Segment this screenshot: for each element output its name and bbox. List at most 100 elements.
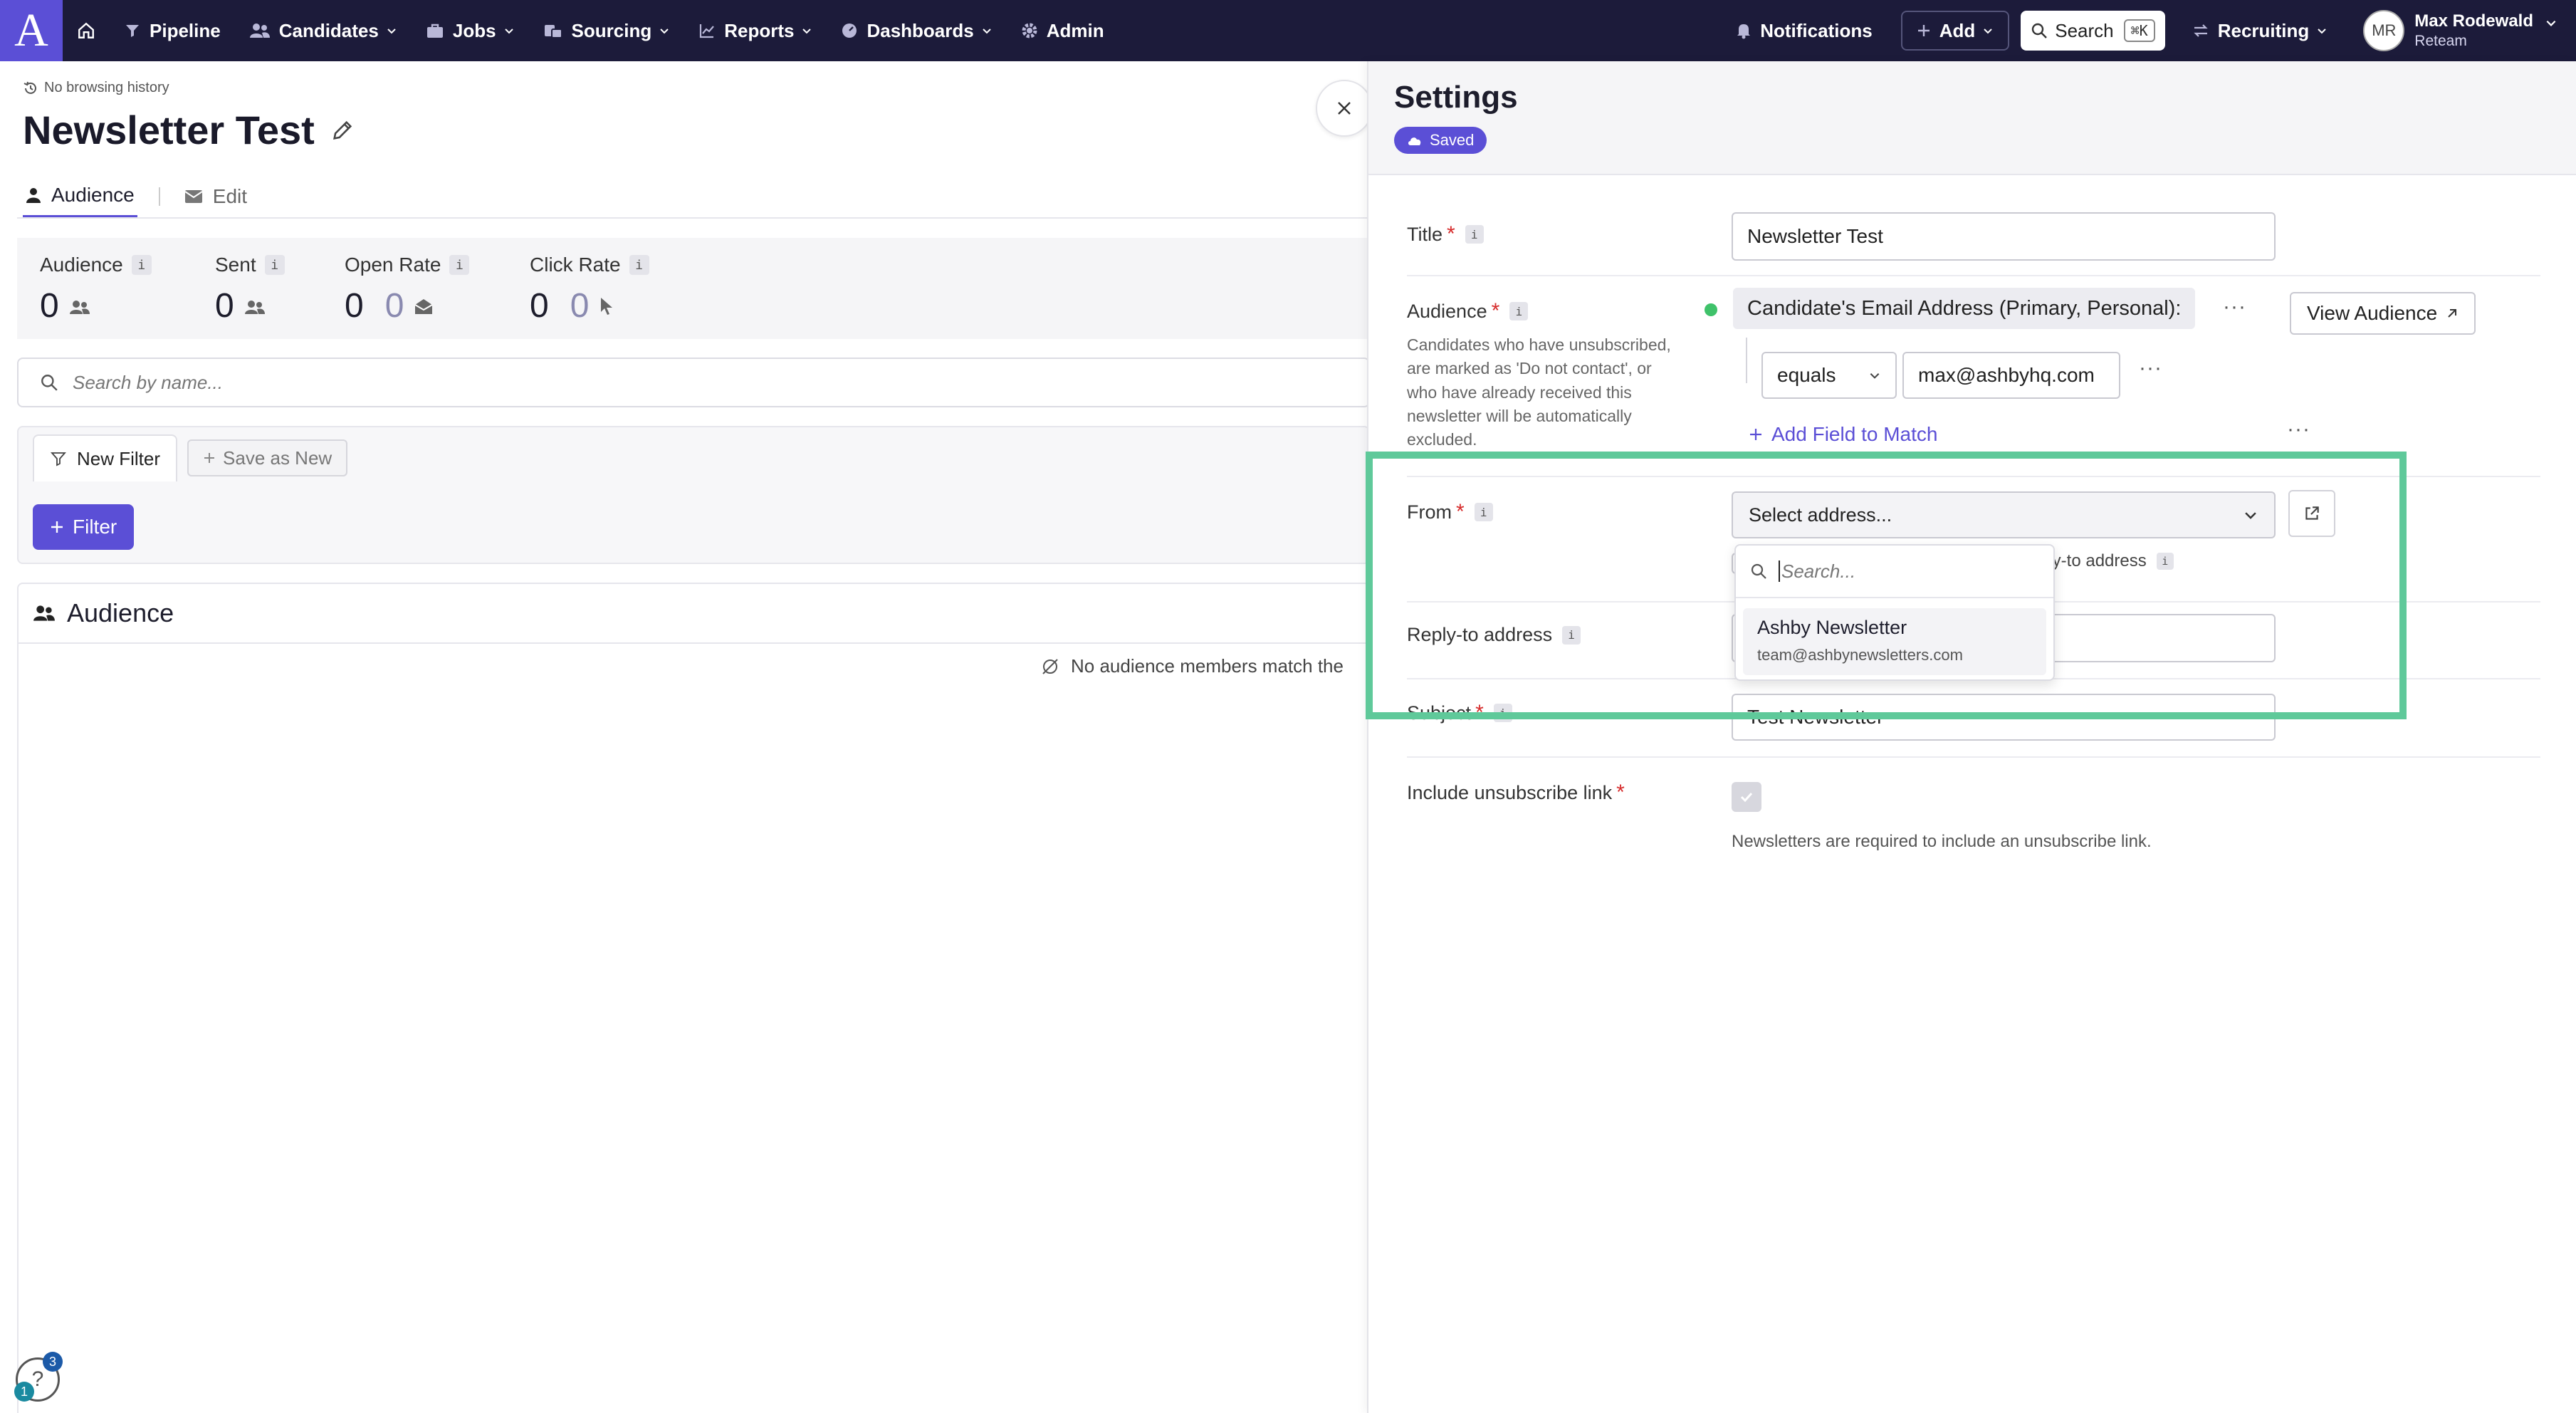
plus-icon: [203, 452, 216, 464]
required-marker: *: [1456, 500, 1465, 523]
envelope-icon: [184, 189, 203, 204]
info-icon[interactable]: i: [1509, 302, 1529, 320]
nav-candidates[interactable]: Candidates: [235, 0, 412, 61]
from-address-select[interactable]: Select address...: [1732, 491, 2276, 538]
option-email: team@ashbynewsletters.com: [1757, 646, 1963, 664]
stat-label: Audience i: [40, 254, 152, 276]
add-button[interactable]: Add: [1900, 11, 2010, 51]
nav-sourcing[interactable]: Sourcing: [529, 0, 685, 61]
filter-icon: [124, 22, 141, 39]
audience-section: Audience No audience members match the: [17, 583, 1370, 1413]
info-icon[interactable]: i: [1562, 625, 1581, 645]
nav-jobs[interactable]: Jobs: [412, 0, 529, 61]
workspace-switcher[interactable]: Recruiting: [2178, 0, 2342, 61]
title-label: Title * i: [1407, 222, 1484, 246]
nav-pipeline[interactable]: Pipeline: [110, 0, 235, 61]
briefcase-icon: [426, 22, 444, 39]
more-options-icon[interactable]: ···: [2139, 356, 2162, 380]
tabs-divider: [17, 217, 1370, 219]
pencil-icon[interactable]: [330, 118, 355, 142]
new-filter-tab[interactable]: New Filter: [33, 434, 178, 481]
row-divider: [1407, 275, 2540, 276]
cloud-check-icon: [1407, 134, 1423, 147]
condition-tree-line: [1746, 338, 1747, 383]
user-menu[interactable]: MR Max Rodewald Reteam: [2342, 10, 2557, 51]
audience-help-text: Candidates who have unsubscribed, are ma…: [1407, 335, 1671, 449]
help-badge-secondary: 1: [14, 1382, 34, 1402]
tab-audience[interactable]: Audience: [23, 175, 137, 218]
condition-field-chip[interactable]: Candidate's Email Address (Primary, Pers…: [1733, 288, 2196, 329]
nav-dashboards[interactable]: Dashboards: [827, 0, 1006, 61]
info-icon[interactable]: i: [264, 255, 285, 275]
stat-values: 0: [40, 286, 152, 325]
settings-title: Settings: [1394, 80, 1518, 115]
gear-icon: [1021, 22, 1038, 39]
operator-select[interactable]: equals: [1761, 352, 1897, 399]
row-divider: [1407, 756, 2540, 758]
reply-to-label: Reply-to address i: [1407, 624, 1581, 646]
tab-edit[interactable]: Edit: [182, 175, 250, 218]
condition-value-input[interactable]: max@ashbyhq.com: [1902, 352, 2120, 399]
more-options-icon[interactable]: ···: [2287, 417, 2310, 442]
chevron-down-icon: [1982, 25, 1994, 36]
close-icon: [1336, 100, 1353, 117]
unsubscribe-note: Newsletters are required to include an u…: [1732, 832, 2152, 851]
info-icon[interactable]: i: [1465, 225, 1484, 244]
save-as-new-button[interactable]: Save as New: [187, 439, 348, 476]
settings-header: Settings Saved: [1368, 61, 2576, 175]
global-search-button[interactable]: Search ⌘K: [2021, 11, 2165, 51]
open-external-button[interactable]: [2288, 490, 2335, 537]
ashby-logo[interactable]: A: [0, 0, 63, 61]
nav-admin[interactable]: Admin: [1007, 0, 1119, 61]
row-divider: [1407, 476, 2540, 477]
dropdown-search-input[interactable]: Search...: [1736, 546, 2053, 598]
chevron-down-icon: [659, 25, 670, 36]
chevron-down-icon: [386, 25, 397, 36]
home-icon[interactable]: [63, 0, 110, 61]
people-icon: [69, 298, 90, 315]
chevron-down-icon: [2545, 16, 2557, 29]
plus-icon: [50, 520, 64, 534]
info-icon[interactable]: i: [1474, 503, 1493, 521]
unsubscribe-checkbox[interactable]: [1732, 782, 1761, 812]
info-icon[interactable]: i: [2156, 553, 2174, 570]
settings-panel: Settings Saved Title * i Newsletter Test A…: [1367, 61, 2576, 1413]
nav-reports[interactable]: Reports: [684, 0, 827, 61]
plus-icon: [1749, 427, 1763, 442]
top-navigation: A Pipeline Candidates Jobs Sourcing Repo…: [0, 0, 2576, 61]
empty-state: No audience members match the: [1041, 655, 1344, 677]
info-icon[interactable]: i: [449, 255, 470, 275]
people-icon: [33, 604, 56, 622]
info-icon[interactable]: i: [131, 255, 152, 275]
add-filter-button[interactable]: Filter: [33, 504, 135, 550]
stat-click-rate: Click Rate i 0 0: [530, 254, 649, 325]
stat-secondary-value: 0: [384, 287, 404, 325]
info-icon[interactable]: i: [1493, 704, 1512, 722]
user-name: Max Rodewald: [2414, 11, 2533, 31]
stat-values: 0 0: [530, 286, 649, 325]
view-audience-button[interactable]: View Audience: [2290, 292, 2476, 335]
bell-icon: [1736, 22, 1752, 39]
history-icon: [23, 80, 38, 96]
browsing-history[interactable]: No browsing history: [23, 80, 169, 96]
info-icon[interactable]: i: [629, 255, 649, 275]
subject-label: Subject * i: [1407, 701, 1512, 725]
title-input[interactable]: Newsletter Test: [1732, 212, 2276, 261]
search-input[interactable]: Search by name...: [17, 358, 1370, 407]
chevron-down-icon: [981, 25, 993, 36]
dropdown-option[interactable]: Ashby Newsletter team@ashbynewsletters.c…: [1743, 608, 2046, 675]
add-field-to-match-button[interactable]: Add Field to Match: [1749, 423, 1937, 446]
saved-status-badge: Saved: [1394, 127, 1487, 154]
page-title: Newsletter Test: [23, 107, 355, 153]
user-org: Reteam: [2414, 32, 2467, 49]
notifications-button[interactable]: Notifications: [1722, 0, 1886, 61]
subject-input[interactable]: Test Newsletter: [1732, 694, 2276, 741]
required-marker: *: [1491, 299, 1500, 323]
more-options-icon[interactable]: ···: [2223, 295, 2246, 319]
same-reply-to-option[interactable]: ply-to address i: [2039, 551, 2174, 571]
required-marker: *: [1616, 781, 1625, 804]
swap-icon: [2192, 22, 2209, 39]
chevron-down-icon: [2243, 507, 2258, 523]
close-panel-button[interactable]: [1316, 80, 1373, 137]
stat-label: Click Rate i: [530, 254, 649, 276]
